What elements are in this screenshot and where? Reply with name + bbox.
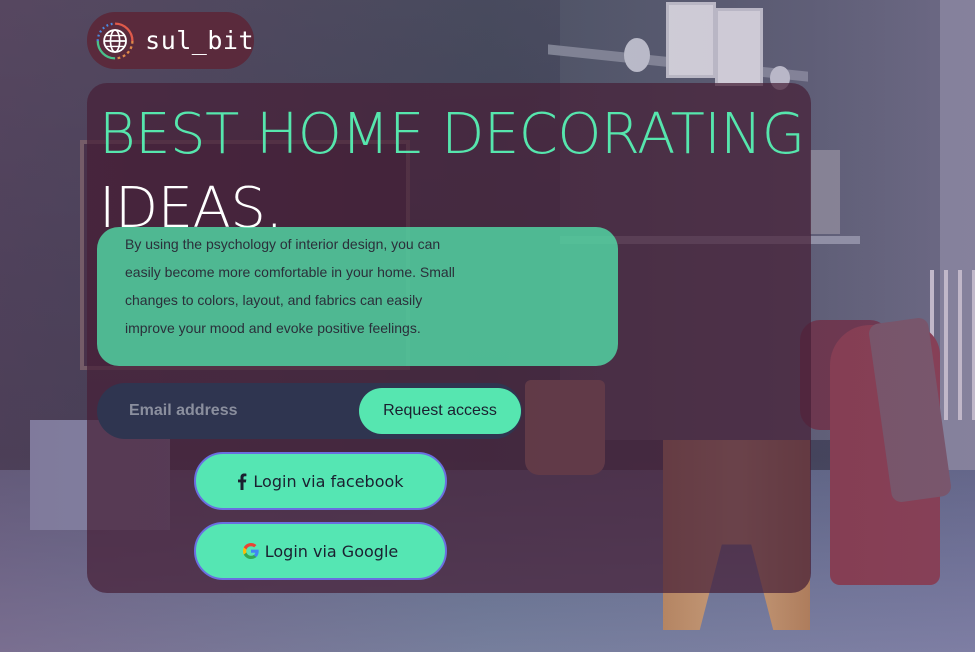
description-card: By using the psychology of interior desi… bbox=[97, 227, 618, 366]
brand-name: sul_bit bbox=[145, 26, 254, 55]
login-facebook-button[interactable]: Login via facebook bbox=[194, 452, 447, 510]
facebook-label: Login via facebook bbox=[253, 471, 404, 491]
login-google-button[interactable]: Login via Google bbox=[194, 522, 447, 580]
email-input[interactable] bbox=[111, 391, 351, 431]
hero-headline: BEST HOME DECORATING IDEAS. bbox=[99, 98, 805, 246]
globe-icon bbox=[96, 22, 134, 59]
google-icon bbox=[242, 543, 259, 559]
headline-line-1: BEST HOME DECORATING bbox=[99, 102, 805, 167]
brand-logo[interactable]: sul_bit bbox=[87, 12, 254, 69]
google-label: Login via Google bbox=[264, 541, 399, 561]
description-text: By using the psychology of interior desi… bbox=[125, 236, 455, 336]
email-signup-form: Request access bbox=[97, 383, 522, 439]
request-access-button[interactable]: Request access bbox=[359, 388, 521, 434]
facebook-icon bbox=[237, 473, 247, 490]
